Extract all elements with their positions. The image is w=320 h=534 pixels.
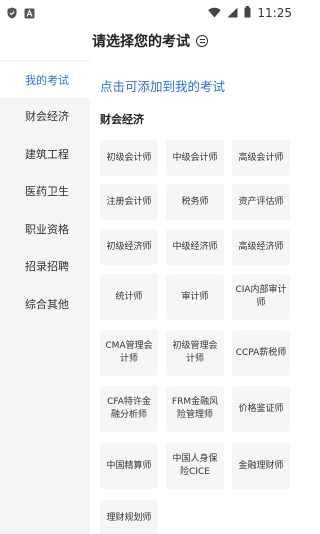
exam-card[interactable]: 中级会计师: [166, 140, 224, 176]
section-title: 财会经济: [100, 113, 144, 126]
exam-card[interactable]: 理财规划师: [100, 500, 158, 534]
sidebar-item-other[interactable]: 综合其他: [0, 286, 90, 322]
sidebar-item-label: 我的考试: [25, 74, 69, 87]
exam-label: 高级经济师: [238, 241, 284, 252]
exam-card[interactable]: 初级管理会计师: [166, 330, 224, 376]
shield-notification-icon: [7, 4, 17, 23]
exam-label: 审计师: [181, 291, 209, 302]
signal-icon: [227, 3, 238, 22]
exam-card[interactable]: CFA特许金融分析师: [100, 386, 158, 432]
add-to-my-exams-link[interactable]: 点击可添加到我的考试: [100, 76, 225, 95]
exam-label: 资产评估师: [238, 196, 284, 207]
sidebar-item-my-exams[interactable]: 我的考试: [0, 62, 90, 98]
exam-label: 中级会计师: [172, 152, 218, 163]
exam-label: 初级管理会计师: [172, 341, 218, 364]
exam-label: FRM金融风险管理师: [171, 397, 219, 420]
exam-label: CIA内部审计师: [235, 285, 287, 308]
app-notification-icon: [24, 4, 35, 23]
status-left-icons: [7, 4, 35, 23]
exam-label: CCPA薪税师: [235, 347, 287, 358]
exam-card[interactable]: 注册会计师: [100, 184, 158, 220]
exam-card[interactable]: 税务师: [166, 184, 224, 220]
exam-label: 理财规划师: [106, 512, 152, 523]
wifi-icon: [208, 3, 222, 22]
page-title: 请选择您的考试: [92, 34, 190, 50]
exam-card[interactable]: 高级经济师: [232, 229, 290, 265]
sidebar-item-finance-economics[interactable]: 财会经济: [0, 98, 90, 134]
sidebar-item-recruitment[interactable]: 招录招聘: [0, 248, 90, 284]
exam-card[interactable]: 初级会计师: [100, 140, 158, 176]
sidebar-item-label: 招录招聘: [25, 260, 69, 273]
exam-label: 税务师: [181, 196, 209, 207]
exam-card[interactable]: 金融理财师: [232, 443, 290, 489]
exam-label: 中级经济师: [172, 241, 218, 252]
sidebar-item-label: 职业资格: [25, 223, 69, 236]
exam-list-panel: 点击可添加到我的考试 财会经济 初级会计师 中级会计师 高级会计师 注册会计师 …: [90, 60, 300, 534]
menu-circle-icon[interactable]: [196, 35, 208, 47]
status-time: 11:25: [257, 5, 292, 20]
exam-label: 金融理财师: [238, 460, 284, 471]
sidebar-item-label: 综合其他: [25, 298, 69, 311]
exam-card[interactable]: CMA管理会计师: [100, 330, 158, 376]
exam-label: CMA管理会计师: [105, 341, 153, 364]
exam-card[interactable]: CCPA薪税师: [232, 330, 290, 376]
exam-card[interactable]: 初级经济师: [100, 229, 158, 265]
exam-label: 价格鉴证师: [238, 403, 284, 414]
exam-card[interactable]: FRM金融风险管理师: [166, 386, 224, 432]
exam-label: 初级会计师: [106, 152, 152, 163]
status-right-icons: 11:25: [208, 3, 292, 22]
exam-label: 初级经济师: [106, 241, 152, 252]
exam-card[interactable]: 统计师: [100, 274, 158, 320]
sidebar-item-medicine-health[interactable]: 医药卫生: [0, 173, 90, 209]
exam-card[interactable]: CIA内部审计师: [232, 274, 290, 320]
category-sidebar: 我的考试 财会经济 建筑工程 医药卫生 职业资格 招录招聘 综合其他: [0, 60, 90, 534]
status-bar: 11:25: [0, 0, 300, 22]
exam-card[interactable]: 审计师: [166, 274, 224, 320]
exam-card[interactable]: 价格鉴证师: [232, 386, 290, 432]
header: 请选择您的考试: [0, 28, 300, 54]
exam-label: 统计师: [115, 291, 143, 302]
sidebar-item-professional-qualification[interactable]: 职业资格: [0, 211, 90, 247]
exam-label: 高级会计师: [238, 152, 284, 163]
exam-card[interactable]: 资产评估师: [232, 184, 290, 220]
exam-label: 中国精算师: [106, 460, 152, 471]
exam-label: 注册会计师: [106, 196, 152, 207]
battery-icon: [244, 3, 251, 22]
sidebar-item-construction[interactable]: 建筑工程: [0, 136, 90, 172]
exam-label: CFA特许金融分析师: [107, 397, 151, 420]
sidebar-item-label: 医药卫生: [25, 185, 69, 198]
exam-card[interactable]: 中国人身保险CICE: [166, 443, 224, 489]
exam-card[interactable]: 中国精算师: [100, 443, 158, 489]
exam-card[interactable]: 高级会计师: [232, 140, 290, 176]
exam-card[interactable]: 中级经济师: [166, 229, 224, 265]
exam-label: 中国人身保险CICE: [172, 454, 218, 477]
sidebar-item-label: 建筑工程: [25, 148, 69, 161]
sidebar-item-label: 财会经济: [25, 110, 69, 123]
